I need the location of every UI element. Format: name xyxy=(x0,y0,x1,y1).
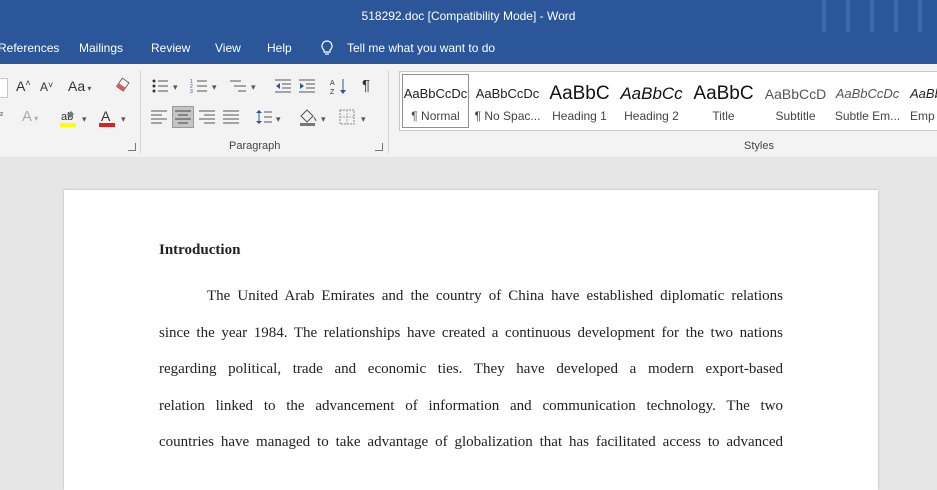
decrease-indent-icon[interactable] xyxy=(274,78,292,94)
tab-view[interactable]: View xyxy=(215,32,241,64)
group-separator xyxy=(388,70,389,153)
increase-indent-icon[interactable] xyxy=(298,78,316,94)
style-name: Title xyxy=(712,109,735,123)
font-dialog-launcher[interactable] xyxy=(128,143,136,151)
style-preview: AaBbC xyxy=(549,83,610,104)
style-normal[interactable]: AaBbCcDc ¶ Normal xyxy=(400,72,471,130)
styles-group-label: Styles xyxy=(744,140,774,152)
highlight-color-icon[interactable]: ab xyxy=(59,108,77,128)
document-canvas[interactable]: Introduction The United Arab Emirates an… xyxy=(0,157,937,490)
align-center-button[interactable] xyxy=(172,106,194,128)
paragraph-line[interactable]: countries have managed to take advantage… xyxy=(159,424,783,461)
title-bar: 518292.doc [Compatibility Mode] - Word xyxy=(0,0,937,36)
style-preview: AaBbCcD xyxy=(764,86,827,102)
titlebar-pattern xyxy=(822,0,826,36)
paragraph-line[interactable]: relation linked to the advancement of in… xyxy=(159,388,783,425)
style-preview: AaBbCcDc xyxy=(475,86,540,101)
clear-formatting-icon[interactable] xyxy=(114,77,132,95)
style-name: ¶ Normal xyxy=(411,109,460,123)
align-right-icon[interactable] xyxy=(199,110,215,124)
font-color-dropdown-icon[interactable]: ▾ xyxy=(121,114,126,125)
style-subtitle[interactable]: AaBbCcD Subtitle xyxy=(760,72,831,130)
sort-icon[interactable]: AZ xyxy=(330,77,348,95)
style-no-spacing[interactable]: AaBbCcDc ¶ No Spac... xyxy=(472,72,543,130)
group-separator xyxy=(140,70,141,153)
style-heading-1[interactable]: AaBbC Heading 1 xyxy=(544,72,615,130)
borders-dropdown-icon[interactable]: ▾ xyxy=(361,114,366,125)
document-heading[interactable]: Introduction xyxy=(159,242,240,259)
text-effects-icon[interactable]: A ▾ xyxy=(22,108,38,125)
style-name: Heading 2 xyxy=(624,109,679,123)
svg-text:A: A xyxy=(101,108,111,124)
lightbulb-icon xyxy=(320,40,334,56)
titlebar-pattern xyxy=(894,0,898,36)
ribbon: A˄ A˅ Aa ▾ ² A ▾ ab ▾ A ▾ ▾ 123 ▾ ▾ AZ ¶ xyxy=(0,64,937,158)
tab-help[interactable]: Help xyxy=(267,32,292,64)
font-color-icon[interactable]: A xyxy=(98,108,116,128)
style-title[interactable]: AaBbC Title xyxy=(688,72,759,130)
line-spacing-dropdown-icon[interactable]: ▾ xyxy=(276,114,281,125)
numbering-dropdown-icon[interactable]: ▾ xyxy=(212,82,217,93)
style-name: Emp xyxy=(910,109,935,123)
show-formatting-marks-icon[interactable]: ¶ xyxy=(362,77,370,94)
styles-gallery: AaBbCcDc ¶ Normal AaBbCcDc ¶ No Spac... … xyxy=(399,71,937,131)
shading-icon[interactable] xyxy=(298,108,318,126)
justify-icon[interactable] xyxy=(223,110,239,124)
style-preview: AaBbCc xyxy=(620,84,683,103)
titlebar-pattern xyxy=(918,0,922,36)
subscript-icon[interactable]: ² xyxy=(0,110,3,120)
grow-font-icon[interactable]: A˄ xyxy=(16,78,31,94)
document-paragraph[interactable]: The United Arab Emirates and the country… xyxy=(159,278,783,461)
bullets-dropdown-icon[interactable]: ▾ xyxy=(173,82,178,93)
document-page[interactable]: Introduction The United Arab Emirates an… xyxy=(64,190,878,490)
change-case-label: Aa xyxy=(68,78,86,94)
svg-text:Z: Z xyxy=(330,89,335,95)
change-case-button[interactable]: Aa ▾ xyxy=(68,78,91,94)
titlebar-pattern xyxy=(846,0,850,36)
shrink-font-icon[interactable]: A˅ xyxy=(40,80,53,94)
style-preview: AaBbC xyxy=(693,83,754,104)
style-preview: AaBbCcDc xyxy=(835,86,900,101)
style-preview: AaBbCcDc xyxy=(910,86,937,101)
paragraph-group-label: Paragraph xyxy=(229,140,281,152)
style-name: Heading 1 xyxy=(552,109,607,123)
style-name: ¶ No Spac... xyxy=(474,109,541,123)
svg-text:A: A xyxy=(330,80,335,87)
tab-review[interactable]: Review xyxy=(151,32,190,64)
font-size-dropdown[interactable] xyxy=(0,78,8,98)
style-heading-2[interactable]: AaBbCc Heading 2 xyxy=(616,72,687,130)
numbering-icon[interactable]: 123 xyxy=(190,78,208,94)
multilevel-list-icon[interactable] xyxy=(229,78,247,94)
tell-me-search[interactable]: Tell me what you want to do xyxy=(347,32,495,64)
svg-text:3: 3 xyxy=(190,89,193,94)
paragraph-line[interactable]: since the year 1984. The relationships h… xyxy=(159,315,783,352)
tab-mailings[interactable]: Mailings xyxy=(79,32,123,64)
ribbon-tabs: References Mailings Review View Help Tel… xyxy=(0,32,937,64)
paragraph-line[interactable]: The United Arab Emirates and the country… xyxy=(159,278,783,315)
style-name: Subtitle xyxy=(775,109,816,123)
style-subtle-emphasis[interactable]: AaBbCcDc Subtle Em... xyxy=(832,72,903,130)
paragraph-line[interactable]: regarding political, trade and economic … xyxy=(159,351,783,388)
tab-references[interactable]: References xyxy=(0,32,59,64)
highlight-dropdown-icon[interactable]: ▾ xyxy=(82,114,87,125)
paragraph-dialog-launcher[interactable] xyxy=(375,143,383,151)
style-emphasis[interactable]: AaBbCcDc Emp xyxy=(904,72,937,130)
multilevel-dropdown-icon[interactable]: ▾ xyxy=(251,82,256,93)
align-left-icon[interactable] xyxy=(151,110,167,124)
bullets-icon[interactable] xyxy=(151,78,169,94)
style-name: Subtle Em... xyxy=(834,109,901,123)
window-title: 518292.doc [Compatibility Mode] - Word xyxy=(361,9,576,23)
line-spacing-icon[interactable] xyxy=(255,109,273,125)
borders-icon[interactable] xyxy=(339,109,355,125)
titlebar-pattern xyxy=(870,0,874,36)
style-preview: AaBbCcDc xyxy=(403,86,468,101)
shading-dropdown-icon[interactable]: ▾ xyxy=(321,114,326,125)
